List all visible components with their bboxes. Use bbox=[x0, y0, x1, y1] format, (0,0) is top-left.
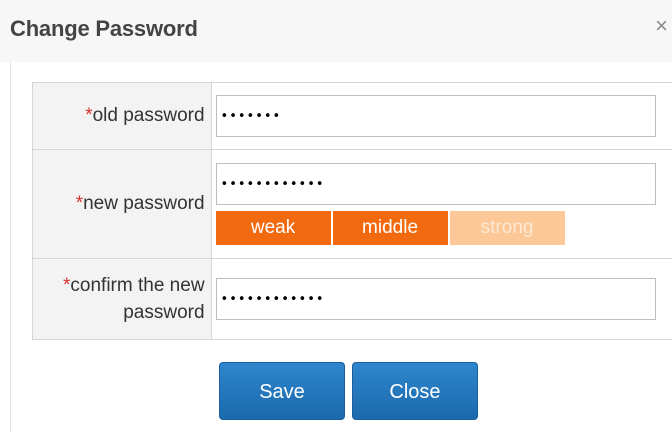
save-button[interactable]: Save bbox=[219, 362, 345, 420]
dialog-titlebar: Change Password × bbox=[0, 0, 672, 62]
confirm-password-row: *confirm the new password bbox=[32, 258, 672, 340]
strength-weak: weak bbox=[215, 211, 331, 245]
confirm-password-label-line1: confirm the new bbox=[70, 275, 205, 296]
change-password-dialog: Change Password × *old password *new pas… bbox=[0, 0, 672, 432]
required-marker: * bbox=[85, 105, 93, 126]
old-password-input[interactable] bbox=[215, 95, 656, 137]
dialog-title: Change Password bbox=[10, 16, 198, 41]
confirm-password-label-cell: *confirm the new password bbox=[32, 258, 212, 340]
dialog-body: *old password *new password weak middle … bbox=[10, 62, 672, 432]
close-button[interactable]: Close bbox=[352, 362, 478, 420]
new-password-label: new password bbox=[83, 193, 205, 214]
new-password-input[interactable] bbox=[215, 163, 656, 205]
strength-middle: middle bbox=[332, 211, 448, 245]
old-password-label-cell: *old password bbox=[32, 82, 212, 150]
old-password-label: old password bbox=[92, 105, 205, 126]
confirm-password-field-cell bbox=[210, 258, 672, 340]
new-password-label-cell: *new password bbox=[32, 149, 212, 259]
new-password-row: *new password weak middle strong bbox=[32, 149, 672, 259]
confirm-password-input[interactable] bbox=[215, 278, 656, 320]
old-password-field-cell bbox=[210, 82, 672, 150]
password-form: *old password *new password weak middle … bbox=[32, 82, 672, 340]
required-marker: * bbox=[75, 193, 84, 214]
close-icon[interactable]: × bbox=[655, 14, 668, 38]
strength-strong: strong bbox=[449, 211, 565, 245]
old-password-row: *old password bbox=[32, 82, 672, 150]
confirm-password-label: *confirm the new password bbox=[63, 272, 205, 326]
new-password-field-cell: weak middle strong bbox=[210, 149, 672, 259]
confirm-password-label-line2: password bbox=[123, 302, 205, 323]
password-strength-meter: weak middle strong bbox=[215, 211, 672, 245]
